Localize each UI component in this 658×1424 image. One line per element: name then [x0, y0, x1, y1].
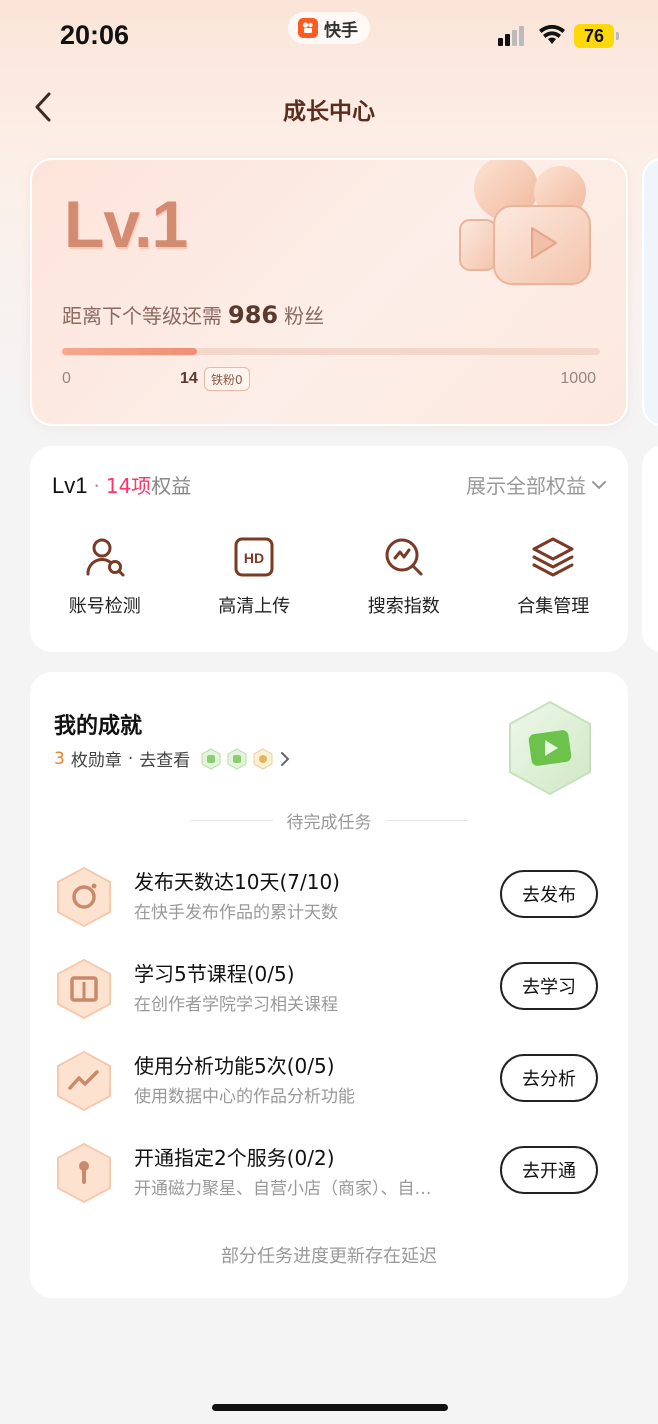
battery-indicator: 76 [574, 24, 619, 48]
badge-suffix: 枚勋章 [70, 751, 122, 771]
view-badges-link[interactable]: 3 枚勋章 · 去查看 [54, 746, 290, 771]
achievements-title: 我的成就 [54, 714, 143, 739]
wifi-icon [538, 24, 566, 50]
green-badge-icon [201, 747, 221, 770]
level-progress-fill [62, 348, 197, 355]
level-label: Lv.1 [64, 187, 188, 261]
task-description: 在创作者学院学习相关课程 [134, 995, 338, 1015]
divider-line [385, 820, 468, 821]
separator-dot: · [127, 748, 134, 769]
collection-icon [532, 537, 574, 577]
requirement-prefix: 距离下个等级还需 [62, 304, 222, 328]
benefit-search-index[interactable]: 搜索指数 [329, 534, 479, 618]
benefits-suffix: 权益 [151, 474, 192, 498]
book-icon [57, 958, 111, 1020]
search-index-icon [385, 538, 423, 576]
benefit-label: 合集管理 [517, 596, 590, 617]
go-study-button[interactable]: 去学习 [500, 962, 598, 1010]
task-title: 开通指定2个服务(0/2) [134, 1146, 335, 1170]
kuaishou-logo-icon [298, 18, 318, 38]
gold-badge-icon [253, 747, 273, 770]
benefit-label: 搜索指数 [367, 596, 440, 617]
show-all-benefits-button[interactable]: 展示全部权益 [466, 470, 606, 499]
task-description: 使用数据中心的作品分析功能 [134, 1087, 355, 1107]
side-card-peek [642, 446, 658, 652]
task-description: 开通磁力聚星、自营小店（商家）、自… [134, 1179, 432, 1199]
achievement-medal-icon[interactable] [502, 698, 598, 798]
app-indicator[interactable]: 快手 [288, 12, 370, 44]
level-progress-bar [62, 348, 600, 355]
task-item-publish: 发布天数达10天(7/10) 在快手发布作品的累计天数 去发布 [54, 858, 604, 928]
home-indicator[interactable] [212, 1404, 448, 1411]
page-title: 成长中心 [283, 99, 375, 125]
go-analyze-button[interactable]: 去分析 [500, 1054, 598, 1102]
benefit-hd-upload[interactable]: HD 高清上传 [180, 534, 330, 618]
progress-current: 14 [180, 370, 198, 387]
camera-lens-icon [57, 866, 111, 928]
separator-dot: · [93, 474, 100, 498]
benefit-label: 账号检测 [68, 596, 141, 617]
delay-footnote: 部分任务进度更新存在延迟 [221, 1246, 437, 1267]
chevron-right-icon [281, 751, 290, 766]
pending-tasks-divider: 待完成任务 [190, 808, 468, 833]
benefits-level: Lv1 [52, 473, 88, 498]
account-check-icon [86, 538, 125, 577]
go-activate-button[interactable]: 去开通 [500, 1146, 598, 1194]
green-badge-icon [227, 747, 247, 770]
requirement-suffix: 粉丝 [284, 304, 325, 328]
status-bar: 20:06 快手 76 [0, 0, 658, 70]
progress-min: 0 [62, 370, 71, 387]
chevron-down-icon [592, 480, 606, 489]
benefit-collection[interactable]: 合集管理 [479, 534, 629, 618]
camera-illustration-icon [459, 160, 591, 285]
task-description: 在快手发布作品的累计天数 [134, 903, 338, 923]
go-view-label: 去查看 [139, 751, 191, 771]
app-name: 快手 [324, 20, 358, 41]
task-title: 学习5节课程(0/5) [134, 962, 295, 986]
benefits-card: Lv1 · 14项权益 展示全部权益 账号检测 HD 高清上传 搜索指数 合集管… [30, 446, 628, 652]
benefits-count: 14项 [105, 474, 152, 498]
level-card[interactable]: Lv.1 距离下个等级还需 986 粉丝 0 14 铁粉0 1000 [30, 158, 628, 426]
benefit-label: 高清上传 [218, 596, 291, 617]
hd-icon: HD [234, 537, 274, 577]
benefit-account-check[interactable]: 账号检测 [30, 534, 180, 618]
task-item-study: 学习5节课程(0/5) 在创作者学院学习相关课程 去学习 [54, 950, 604, 1020]
requirement-value: 986 [228, 301, 279, 329]
benefits-header: Lv1 · 14项权益 [52, 470, 191, 499]
show-all-label: 展示全部权益 [466, 474, 586, 498]
next-level-card-peek[interactable] [642, 158, 658, 426]
cellular-signal-icon [498, 26, 524, 46]
task-title: 使用分析功能5次(0/5) [134, 1054, 335, 1078]
status-time: 20:06 [60, 20, 130, 50]
svg-text:HD: HD [244, 550, 264, 566]
progress-max: 1000 [560, 370, 596, 387]
task-title: 发布天数达10天(7/10) [134, 870, 340, 894]
task-item-analyze: 使用分析功能5次(0/5) 使用数据中心的作品分析功能 去分析 [54, 1042, 604, 1112]
achievements-card: 我的成就 3 枚勋章 · 去查看 待完成任务 发布天数达10天(7/10) 在快… [30, 672, 628, 1298]
task-item-activate: 开通指定2个服务(0/2) 开通磁力聚星、自营小店（商家）、自… 去开通 [54, 1134, 604, 1204]
badge-thumbnails [200, 747, 274, 770]
key-icon [57, 1142, 111, 1204]
next-level-requirement: 距离下个等级还需 986 粉丝 [62, 300, 324, 329]
go-publish-button[interactable]: 去发布 [500, 870, 598, 918]
badge-count: 3 [54, 748, 65, 769]
fan-level-badge: 铁粉0 [204, 367, 250, 391]
divider-line [190, 820, 273, 821]
benefits-list: 账号检测 HD 高清上传 搜索指数 合集管理 [30, 534, 628, 618]
trend-icon [57, 1050, 111, 1112]
pending-tasks-label: 待完成任务 [286, 813, 372, 833]
